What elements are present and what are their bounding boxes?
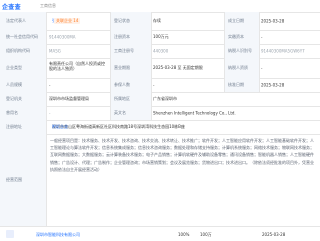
row-label: 注册地址 [0,120,47,134]
related-companies-badge[interactable]: 关联企业 14 [54,18,81,24]
row-label: 经营范围 [0,134,47,226]
row-label: 实缴资本 [224,30,260,44]
row-label: 核准日期 [224,78,260,92]
row-label: 所属地区 [110,92,152,106]
business-term-cell: 2025-03-28 至 无固定期限 [153,65,203,70]
reg-number-cell: 440300 [153,48,169,54]
row-label: 组织机构代码 [0,44,47,58]
row-label: 参保人数 [110,78,152,92]
row-label: 登记状态 [110,12,152,30]
brand-logo: 企查查 [2,4,21,11]
paid-capital-cell: - [261,34,263,40]
business-scope-text: 一般经营项目是：技术服务、技术开发、技术咨询、技术交流、技术转让、技术推广；软件… [50,138,314,172]
row-label: 统一社会信用代码 [0,30,47,44]
row-label: 英文名 [110,106,152,120]
table-row: 注册地址 深圳市南山区粤海街道高新区社区科技南路18号深圳湾科技生态园10栋B座… [0,120,320,135]
table-row: 曾用名 - 英文名 Shenzhen Intelligent Technolog… [0,106,320,121]
row-label: 纳税人资质 [224,58,260,78]
table-row: 组织机构代码 MA5G 工商注册号 440300 纳税人识别号 91440300… [0,44,320,59]
row-label: 登记机关 [0,92,47,106]
english-name-cell: Shenzhen Intelligent Technology Co., Ltd… [153,110,236,116]
region-cell: 广东省深圳市 [153,96,177,101]
taxpayer-qual-cell: - [261,65,263,71]
table-row: 登记机关 深圳市市场监督管理局 所属地区 广东省深圳市 [0,92,320,107]
org-code-cell: MA5G [49,48,61,54]
table-row: 统一社会信用代码 91440300MA 注册资本 100万元 实缴资本 - [0,30,320,45]
row-label: 纳税人识别号 [224,44,260,58]
row-label: 工商注册号 [110,44,152,58]
table-row: 企业类型 有限责任公司（自然人投资或控股的法人独资） 营业期限 2025-03-… [0,58,320,79]
address-cell: 深圳市南山区粤海街道高新区社区科技南路18号深圳湾科技生态园10栋B座 附近企业 [46,120,320,134]
share-percent: 100% [178,232,190,237]
registry-authority-cell: 深圳市市场监督管理局 [49,96,89,101]
row-label: 成立日期 [224,12,260,30]
credit-code-cell: 91440300MA [49,34,76,40]
nearby-companies-link[interactable]: 附近企业 [52,124,68,130]
row-label: 曾用名 [0,106,47,120]
establish-date-cell: 2025-03-28 [261,18,285,24]
company-logo-icon [6,230,14,238]
taxpayer-id-cell: 91440300MA5GW6Y7 [261,48,305,54]
address-text: 深圳市南山区粤海街道高新区社区科技南路18号深圳湾科技生态园10栋B座 [52,124,185,129]
table-row: 人员规模 - 参保人数 - 核准日期 2025-03-28 [0,78,320,93]
tab-business-info[interactable]: 工商信息 [40,3,56,9]
shareholder-company-link[interactable]: 深圳市智能科技有限公司 [36,232,80,238]
row-label: 注册资本 [110,30,152,44]
staff-size-cell: - [49,82,51,88]
status-cell: 存续 [153,18,161,23]
former-name-cell: - [49,110,51,116]
row-label: 法定代表人 [0,12,47,30]
legal-rep-cell[interactable]: 张关联企业 14 [46,12,110,30]
row-label: 营业期限 [110,58,152,78]
table-row: 经营范围 一般经营项目是：技术服务、技术开发、技术咨询、技术交流、技术转让、技术… [0,134,320,227]
table-row: 法定代表人 张关联企业 14 登记状态 存续 成立日期 2025-03-28 [0,12,320,31]
insured-count-cell: - [153,82,155,88]
subscribed-amount: 100万 [200,232,212,237]
registered-capital-cell: 100万元 [153,34,169,39]
subscribed-date: 2025-03-28 [262,232,286,237]
approval-date-cell: 2025-03-28 [261,82,285,88]
company-type-cell: 有限责任公司（自然人投资或控股的法人独资） [49,61,105,71]
row-label: 企业类型 [0,58,47,78]
shareholder-row: 深圳市智能科技有限公司 100% 100万 2025-03-28 [0,226,320,241]
row-label: 人员规模 [0,78,47,92]
